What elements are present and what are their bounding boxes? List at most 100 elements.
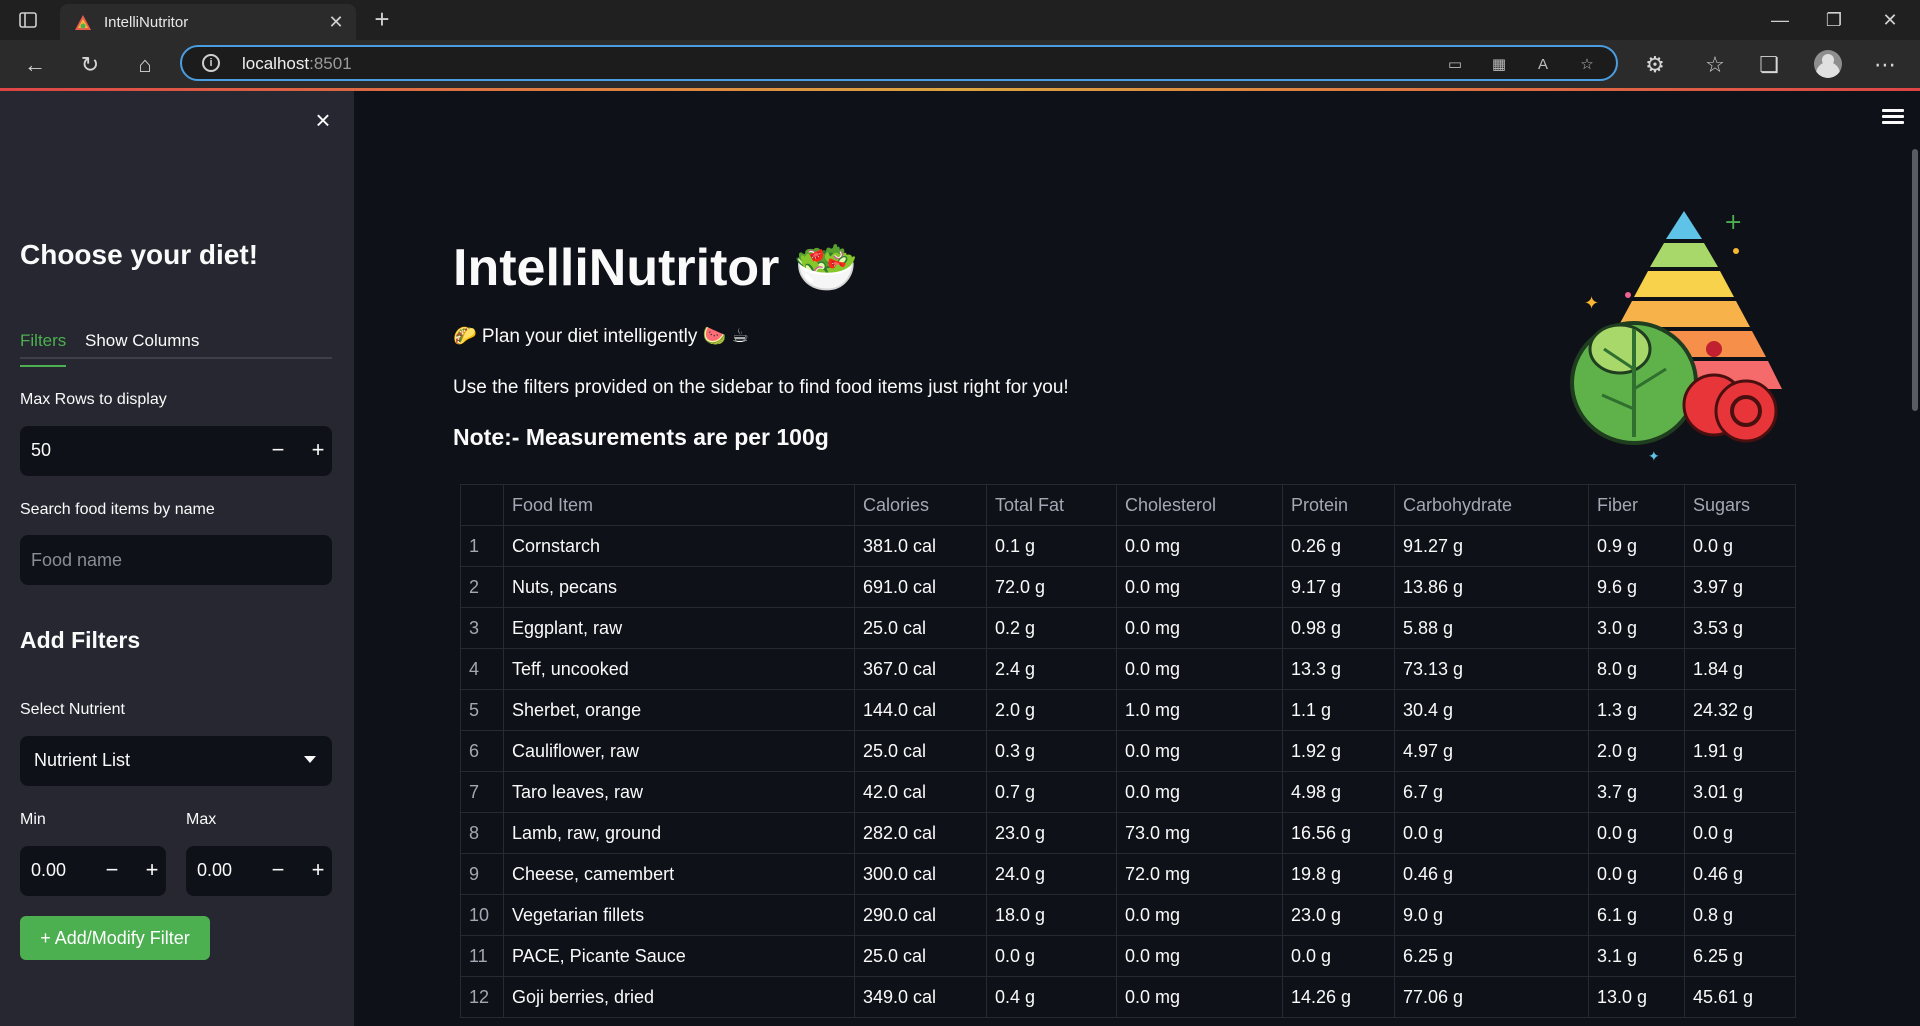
table-cell[interactable]: 0.0 g — [1588, 853, 1685, 895]
restore-icon[interactable]: ❐ — [1806, 0, 1862, 40]
tab-actions-icon[interactable] — [18, 10, 38, 30]
row-index[interactable]: 2 — [460, 566, 504, 608]
table-cell[interactable]: 381.0 cal — [854, 525, 987, 567]
table-cell[interactable]: 3.53 g — [1684, 607, 1796, 649]
new-tab-icon[interactable]: + — [368, 6, 396, 34]
max-rows-value[interactable]: 50 — [31, 440, 51, 461]
table-cell[interactable]: 18.0 g — [986, 894, 1117, 936]
row-index[interactable]: 9 — [460, 853, 504, 895]
hamburger-menu-icon[interactable] — [1882, 109, 1904, 127]
food-table[interactable]: Food Item Calories Total Fat Cholesterol… — [460, 484, 1796, 1018]
scrollbar[interactable] — [1912, 149, 1918, 411]
table-cell[interactable]: 0.0 mg — [1116, 771, 1283, 813]
table-cell[interactable]: 0.1 g — [986, 525, 1117, 567]
table-cell[interactable]: 0.0 mg — [1116, 730, 1283, 772]
column-header[interactable]: Calories — [854, 484, 987, 526]
table-cell[interactable]: 0.46 g — [1684, 853, 1796, 895]
search-input[interactable] — [20, 535, 332, 585]
tab-close-icon[interactable]: ✕ — [326, 12, 346, 32]
favorites-icon[interactable]: ☆ — [1700, 50, 1730, 80]
add-favorite-icon[interactable]: ☆ — [1576, 54, 1598, 76]
column-header[interactable]: Cholesterol — [1116, 484, 1283, 526]
row-index[interactable]: 6 — [460, 730, 504, 772]
column-header[interactable]: Protein — [1282, 484, 1395, 526]
table-cell[interactable]: 42.0 cal — [854, 771, 987, 813]
table-cell[interactable]: Nuts, pecans — [503, 566, 855, 608]
table-cell[interactable]: 1.92 g — [1282, 730, 1395, 772]
collections-icon[interactable]: ❏ — [1754, 50, 1784, 80]
column-header[interactable] — [460, 484, 504, 526]
row-index[interactable]: 7 — [460, 771, 504, 813]
table-row[interactable]: 1 Cornstarch 381.0 cal 0.1 g 0.0 mg 0.26 g 91.… — [460, 525, 1796, 567]
table-cell[interactable]: 0.0 mg — [1116, 566, 1283, 608]
table-cell[interactable]: Cauliflower, raw — [503, 730, 855, 772]
row-index[interactable]: 5 — [460, 689, 504, 731]
table-cell[interactable]: 91.27 g — [1394, 525, 1589, 567]
table-cell[interactable]: 73.13 g — [1394, 648, 1589, 690]
table-cell[interactable]: 9.6 g — [1588, 566, 1685, 608]
table-cell[interactable]: 0.98 g — [1282, 607, 1395, 649]
table-cell[interactable]: 25.0 cal — [854, 607, 987, 649]
table-cell[interactable]: Goji berries, dried — [503, 976, 855, 1018]
max-input[interactable]: 0.00 − + — [186, 846, 332, 896]
more-options-icon[interactable]: ⋯ — [1870, 50, 1900, 80]
apps-icon[interactable]: ▦ — [1488, 54, 1510, 76]
table-cell[interactable]: Vegetarian fillets — [503, 894, 855, 936]
table-cell[interactable]: 14.26 g — [1282, 976, 1395, 1018]
table-cell[interactable]: 16.56 g — [1282, 812, 1395, 854]
tab-show-columns[interactable]: Show Columns — [85, 331, 199, 351]
table-cell[interactable]: 4.98 g — [1282, 771, 1395, 813]
nutrient-select[interactable]: Nutrient List — [20, 736, 332, 786]
read-aloud-icon[interactable]: A — [1532, 54, 1554, 76]
browser-tab[interactable]: IntelliNutritor ✕ — [60, 4, 356, 40]
table-cell[interactable]: Teff, uncooked — [503, 648, 855, 690]
table-cell[interactable]: 1.91 g — [1684, 730, 1796, 772]
table-cell[interactable]: 0.7 g — [986, 771, 1117, 813]
table-row[interactable]: 8 Lamb, raw, ground 282.0 cal 23.0 g 73.0 mg… — [460, 812, 1796, 854]
table-cell[interactable]: 0.0 mg — [1116, 894, 1283, 936]
table-cell[interactable]: 4.97 g — [1394, 730, 1589, 772]
extensions-icon[interactable]: ⚙ — [1640, 50, 1670, 80]
table-cell[interactable]: 72.0 mg — [1116, 853, 1283, 895]
max-rows-input[interactable]: 50 − + — [20, 426, 332, 476]
row-index[interactable]: 4 — [460, 648, 504, 690]
table-cell[interactable]: Lamb, raw, ground — [503, 812, 855, 854]
site-info-icon[interactable]: i — [202, 54, 220, 72]
table-cell[interactable]: 3.01 g — [1684, 771, 1796, 813]
table-cell[interactable]: 1.0 mg — [1116, 689, 1283, 731]
table-cell[interactable]: 0.0 g — [1282, 935, 1395, 977]
table-cell[interactable]: 0.0 g — [986, 935, 1117, 977]
max-increment-button[interactable]: + — [304, 858, 332, 884]
table-cell[interactable]: Cornstarch — [503, 525, 855, 567]
device-icon[interactable]: ▭ — [1444, 54, 1466, 76]
table-cell[interactable]: 0.0 mg — [1116, 935, 1283, 977]
table-cell[interactable]: 2.0 g — [986, 689, 1117, 731]
max-value[interactable]: 0.00 — [197, 860, 232, 881]
min-increment-button[interactable]: + — [138, 858, 166, 884]
table-cell[interactable]: PACE, Picante Sauce — [503, 935, 855, 977]
table-cell[interactable]: 349.0 cal — [854, 976, 987, 1018]
column-header[interactable]: Food Item — [503, 484, 855, 526]
table-cell[interactable]: 0.0 g — [1684, 812, 1796, 854]
max-decrement-button[interactable]: − — [264, 858, 292, 884]
table-cell[interactable]: 0.3 g — [986, 730, 1117, 772]
table-cell[interactable]: 0.0 g — [1394, 812, 1589, 854]
table-cell[interactable]: 30.4 g — [1394, 689, 1589, 731]
table-cell[interactable]: 5.88 g — [1394, 607, 1589, 649]
table-cell[interactable]: Taro leaves, raw — [503, 771, 855, 813]
row-index[interactable]: 3 — [460, 607, 504, 649]
table-cell[interactable]: 3.7 g — [1588, 771, 1685, 813]
row-index[interactable]: 10 — [460, 894, 504, 936]
min-input[interactable]: 0.00 − + — [20, 846, 166, 896]
table-cell[interactable]: 6.25 g — [1684, 935, 1796, 977]
window-close-icon[interactable]: ✕ — [1862, 0, 1918, 40]
min-value[interactable]: 0.00 — [31, 860, 66, 881]
table-cell[interactable]: 0.0 mg — [1116, 976, 1283, 1018]
table-cell[interactable]: 290.0 cal — [854, 894, 987, 936]
table-cell[interactable]: Eggplant, raw — [503, 607, 855, 649]
address-bar[interactable]: i localhost:8501 ▭ ▦ A ☆ — [180, 45, 1618, 81]
table-cell[interactable]: 25.0 cal — [854, 935, 987, 977]
column-header[interactable]: Sugars — [1684, 484, 1796, 526]
table-cell[interactable]: 0.4 g — [986, 976, 1117, 1018]
table-row[interactable]: 7 Taro leaves, raw 42.0 cal 0.7 g 0.0 mg 4.98… — [460, 771, 1796, 813]
